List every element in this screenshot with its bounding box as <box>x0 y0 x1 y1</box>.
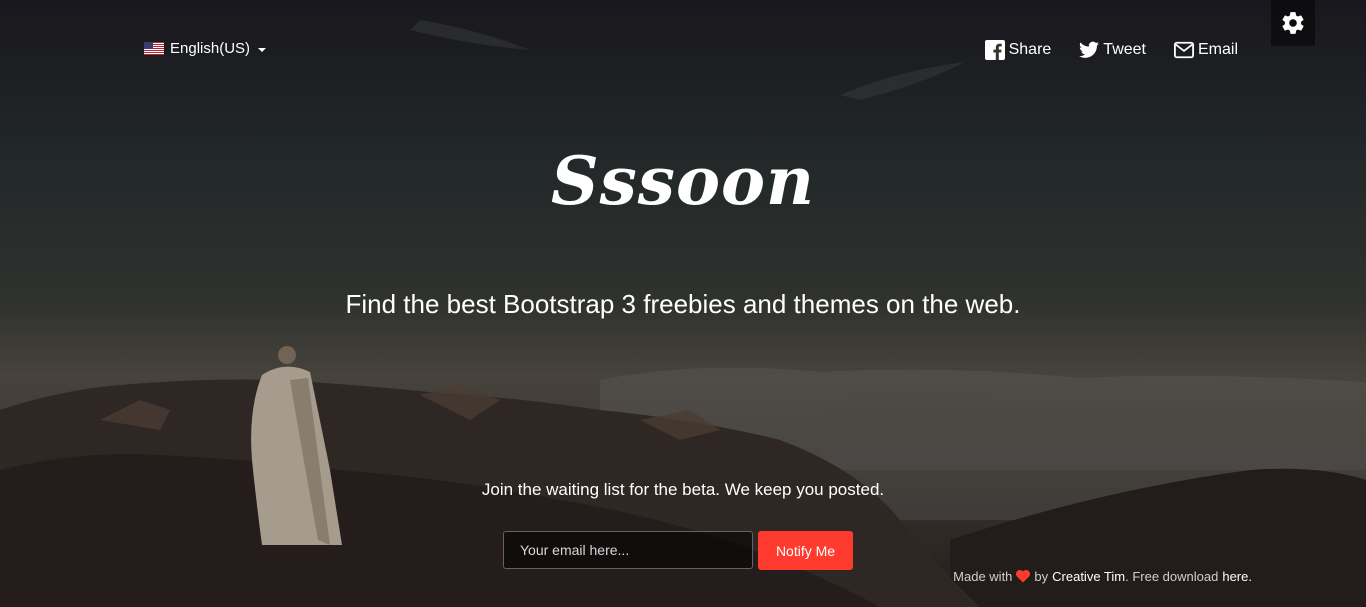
share-link[interactable]: Share <box>984 40 1052 60</box>
footer-credit: Made with by Creative Tim. Free download… <box>953 569 1252 584</box>
gear-icon <box>1282 12 1304 34</box>
logo-text: Sssoon <box>550 142 815 220</box>
tagline: Find the best Bootstrap 3 freebies and t… <box>345 289 1021 319</box>
by-text: by <box>1034 569 1049 584</box>
download-here-link[interactable]: here <box>1222 569 1248 584</box>
author-link[interactable]: Creative Tim <box>1052 569 1125 584</box>
twitter-icon <box>1079 41 1100 58</box>
made-with-text: Made with <box>953 569 1013 584</box>
signup-form: Notify Me <box>503 531 853 570</box>
social-links: Share Tweet Email <box>984 40 1238 60</box>
language-label: English(US) <box>170 40 251 57</box>
notify-me-button[interactable]: Notify Me <box>758 531 853 570</box>
email-input[interactable] <box>503 531 753 569</box>
language-dropdown[interactable]: English(US) <box>144 40 267 57</box>
tweet-link[interactable]: Tweet <box>1079 40 1146 60</box>
facebook-icon <box>984 40 1005 60</box>
email-icon <box>1173 41 1194 59</box>
tweet-label: Tweet <box>1103 41 1146 58</box>
settings-button[interactable] <box>1271 0 1315 46</box>
footer-period: . <box>1248 569 1252 584</box>
waitlist-text: Join the waiting list for the beta. We k… <box>481 480 885 499</box>
email-label: Email <box>1197 41 1238 58</box>
us-flag-icon <box>144 42 164 55</box>
share-label: Share <box>1008 41 1052 58</box>
coming-soon-page: English(US) Share Tweet Email Sssoon Fin… <box>0 0 1366 607</box>
heart-icon <box>1016 570 1031 583</box>
free-download-text: . Free download <box>1125 569 1219 584</box>
email-link[interactable]: Email <box>1173 40 1238 60</box>
chevron-down-icon <box>258 47 267 52</box>
